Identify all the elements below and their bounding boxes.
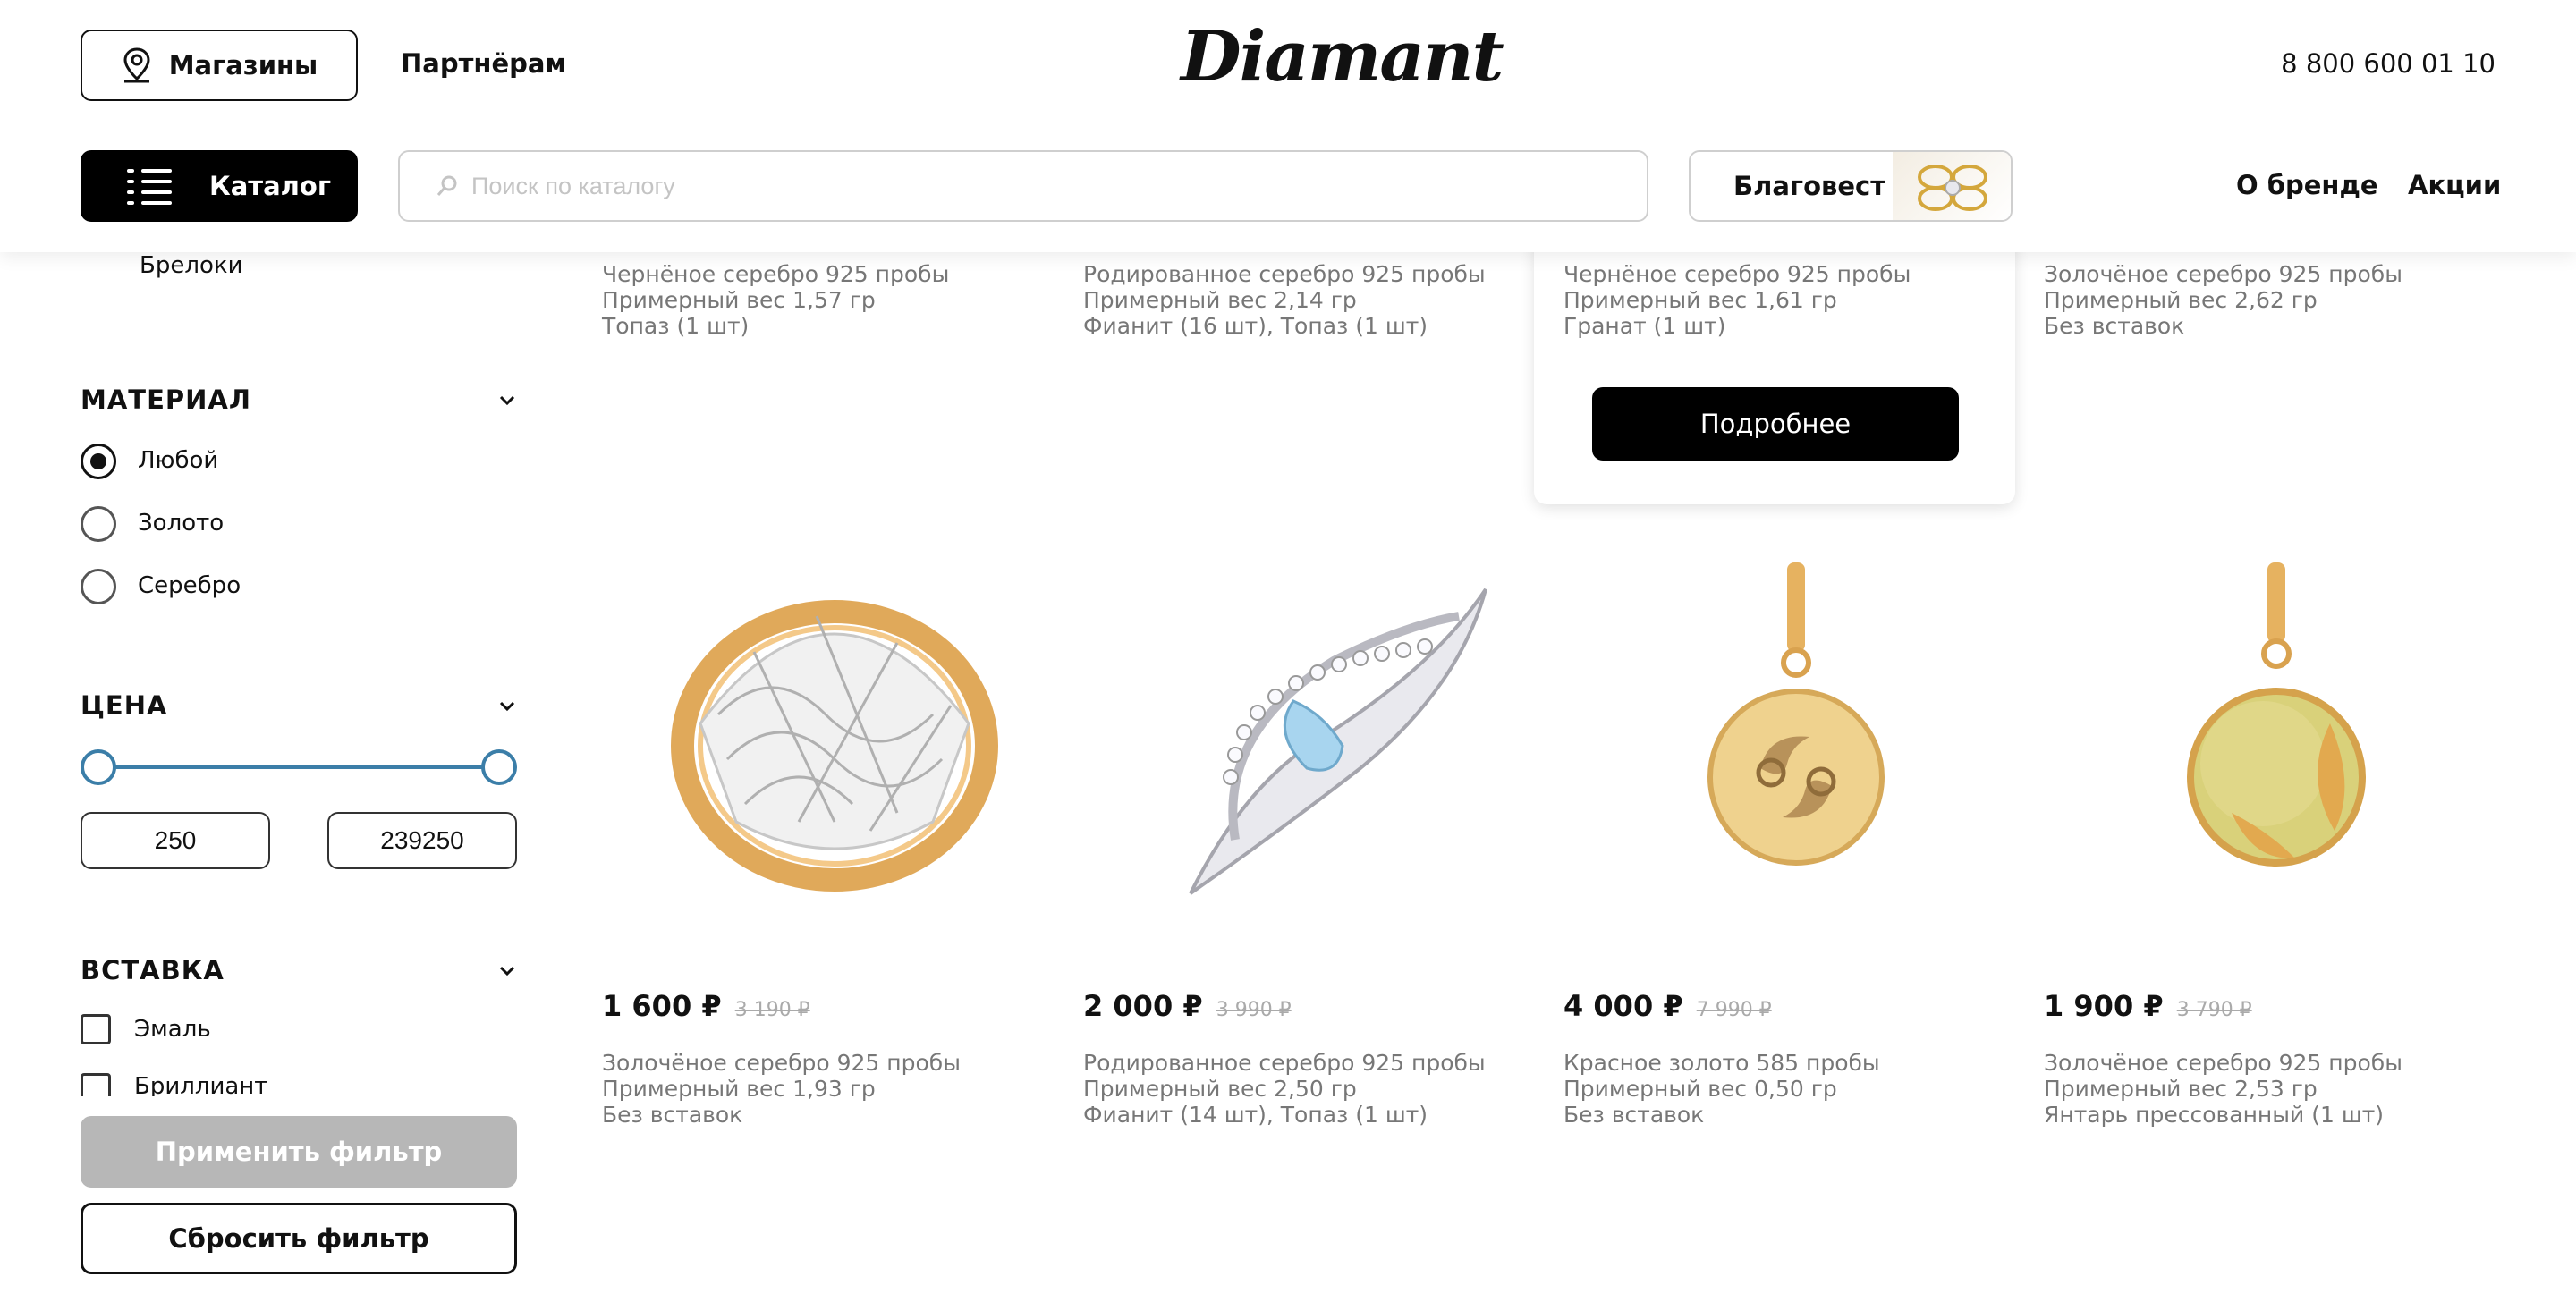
cancer-pendant-icon (1707, 562, 1885, 866)
brand-label: Благовест (1733, 171, 1886, 201)
product-weight: Примерный вес 1,93 гр (602, 1076, 876, 1102)
product-weight: Примерный вес 0,50 гр (1563, 1076, 1837, 1102)
price-max-input[interactable]: 239250 (327, 812, 517, 869)
brooch-icon (1189, 588, 1487, 895)
material-option-gold[interactable]: Золото (138, 510, 224, 537)
product-specs: Золочёное серебро 925 пробы Примерный ве… (2044, 261, 2509, 339)
about-brand-link[interactable]: О бренде (2236, 170, 2378, 200)
brand-logo[interactable]: Diamant (1181, 16, 1504, 106)
stores-button[interactable]: Магазины (80, 30, 358, 101)
material-option-silver[interactable]: Серебро (138, 572, 241, 599)
partners-link[interactable]: Партнёрам (401, 48, 566, 79)
insert-option-enamel[interactable]: Эмаль (134, 1016, 211, 1043)
product-metal: Золочёное серебро 925 пробы (2044, 261, 2402, 287)
product-weight: Примерный вес 2,53 гр (2044, 1076, 2318, 1102)
product-image[interactable] (602, 531, 1067, 934)
price-min-input[interactable]: 250 (80, 812, 270, 869)
ring-icon (671, 600, 998, 892)
product-specs: Золочёное серебро 925 пробы Примерный ве… (2044, 1050, 2402, 1128)
product-image[interactable] (2044, 531, 2509, 934)
product-insert: Без вставок (1563, 1102, 1705, 1128)
product-weight: Примерный вес 1,57 гр (602, 287, 876, 313)
current-price: 1 900 ₽ (2044, 989, 2164, 1023)
menu-list-icon (127, 165, 172, 207)
category-item-keychains[interactable]: Брелоки (140, 252, 242, 279)
stores-label: Магазины (168, 50, 318, 80)
material-filter-title[interactable]: МАТЕРИАЛ (80, 385, 251, 415)
product-insert: Гранат (1 шт) (1563, 313, 1726, 339)
search-bar (398, 150, 1648, 222)
site-header: Магазины Партнёрам Diamant 8 800 600 01 … (0, 0, 2576, 252)
old-price: 3 790 ₽ (2176, 999, 2252, 1021)
price-filter-title[interactable]: ЦЕНА (80, 690, 167, 721)
product-specs: Золочёное серебро 925 пробы Примерный ве… (602, 1050, 961, 1128)
product-metal: Чернёное серебро 925 пробы (602, 261, 950, 287)
product-insert: Янтарь прессованный (1 шт) (2044, 1102, 2385, 1128)
chevron-down-icon[interactable] (497, 697, 517, 716)
product-specs: Чернёное серебро 925 пробы Примерный вес… (1563, 261, 2029, 339)
product-weight: Примерный вес 1,61 гр (1563, 287, 1837, 313)
material-radio-silver[interactable] (80, 569, 116, 604)
price-block: 4 000 ₽ 7 990 ₽ (1563, 989, 1772, 1023)
product-insert: Топаз (1 шт) (602, 313, 750, 339)
product-weight: Примерный вес 2,14 гр (1083, 287, 1357, 313)
insert-option-diamond[interactable]: Бриллиант (134, 1073, 267, 1096)
catalog-button[interactable]: Каталог (80, 150, 358, 222)
product-insert: Фианит (16 шт), Топаз (1 шт) (1083, 313, 1428, 339)
reset-filter-button[interactable]: Сбросить фильтр (80, 1203, 517, 1274)
old-price: 3 190 ₽ (734, 999, 810, 1021)
product-image[interactable] (1563, 531, 2029, 934)
product-metal: Родированное серебро 925 пробы (1083, 1050, 1486, 1076)
search-icon (436, 175, 457, 196)
catalog-label: Каталог (209, 171, 331, 201)
product-image[interactable] (1083, 531, 1548, 934)
product-metal: Чернёное серебро 925 пробы (1563, 261, 1911, 287)
insert-option-row-clipped: Бриллиант (80, 1068, 519, 1096)
product-insert: Без вставок (2044, 313, 2185, 339)
phone-number[interactable]: 8 800 600 01 10 (2281, 48, 2496, 79)
promotions-link[interactable]: Акции (2408, 170, 2501, 200)
product-metal: Красное золото 585 пробы (1563, 1050, 1880, 1076)
product-metal: Родированное серебро 925 пробы (1083, 261, 1486, 287)
price-min-handle[interactable] (80, 749, 116, 785)
location-pin-icon (123, 47, 150, 83)
brand-button[interactable]: Благовест (1689, 150, 2012, 222)
price-range-track[interactable] (98, 765, 497, 769)
product-specs: Родированное серебро 925 пробы Примерный… (1083, 1050, 1486, 1128)
product-metal: Золочёное серебро 925 пробы (602, 1050, 961, 1076)
insert-checkbox-diamond[interactable] (80, 1073, 111, 1096)
apply-filter-button[interactable]: Применить фильтр (80, 1116, 517, 1188)
product-specs: Родированное серебро 925 пробы Примерный… (1083, 261, 1548, 339)
product-insert: Фианит (14 шт), Топаз (1 шт) (1083, 1102, 1428, 1128)
chevron-down-icon[interactable] (497, 391, 517, 410)
product-specs: Чернёное серебро 925 пробы Примерный вес… (602, 261, 1067, 339)
material-radio-any[interactable] (80, 444, 116, 479)
insert-filter-title[interactable]: ВСТАВКА (80, 955, 225, 985)
price-block: 1 600 ₽ 3 190 ₽ (602, 989, 810, 1023)
price-max-handle[interactable] (481, 749, 517, 785)
current-price: 1 600 ₽ (602, 989, 722, 1023)
chevron-down-icon[interactable] (497, 961, 517, 981)
product-weight: Примерный вес 2,62 гр (2044, 287, 2318, 313)
material-option-any[interactable]: Любой (138, 447, 218, 474)
product-specs: Красное золото 585 пробы Примерный вес 0… (1563, 1050, 1880, 1128)
material-radio-gold[interactable] (80, 506, 116, 542)
product-insert: Без вставок (602, 1102, 743, 1128)
old-price: 7 990 ₽ (1696, 999, 1772, 1021)
product-metal: Золочёное серебро 925 пробы (2044, 1050, 2402, 1076)
insert-checkbox-enamel[interactable] (80, 1014, 111, 1044)
brand-jewelry-thumbnail (1893, 152, 2011, 220)
product-weight: Примерный вес 2,50 гр (1083, 1076, 1357, 1102)
search-input[interactable] (470, 171, 1543, 201)
price-block: 2 000 ₽ 3 990 ₽ (1083, 989, 1292, 1023)
amber-pendant-icon (2187, 562, 2366, 867)
current-price: 2 000 ₽ (1083, 989, 1203, 1023)
details-button[interactable]: Подробнее (1592, 387, 1959, 461)
price-block: 1 900 ₽ 3 790 ₽ (2044, 989, 2252, 1023)
current-price: 4 000 ₽ (1563, 989, 1683, 1023)
old-price: 3 990 ₽ (1216, 999, 1292, 1021)
